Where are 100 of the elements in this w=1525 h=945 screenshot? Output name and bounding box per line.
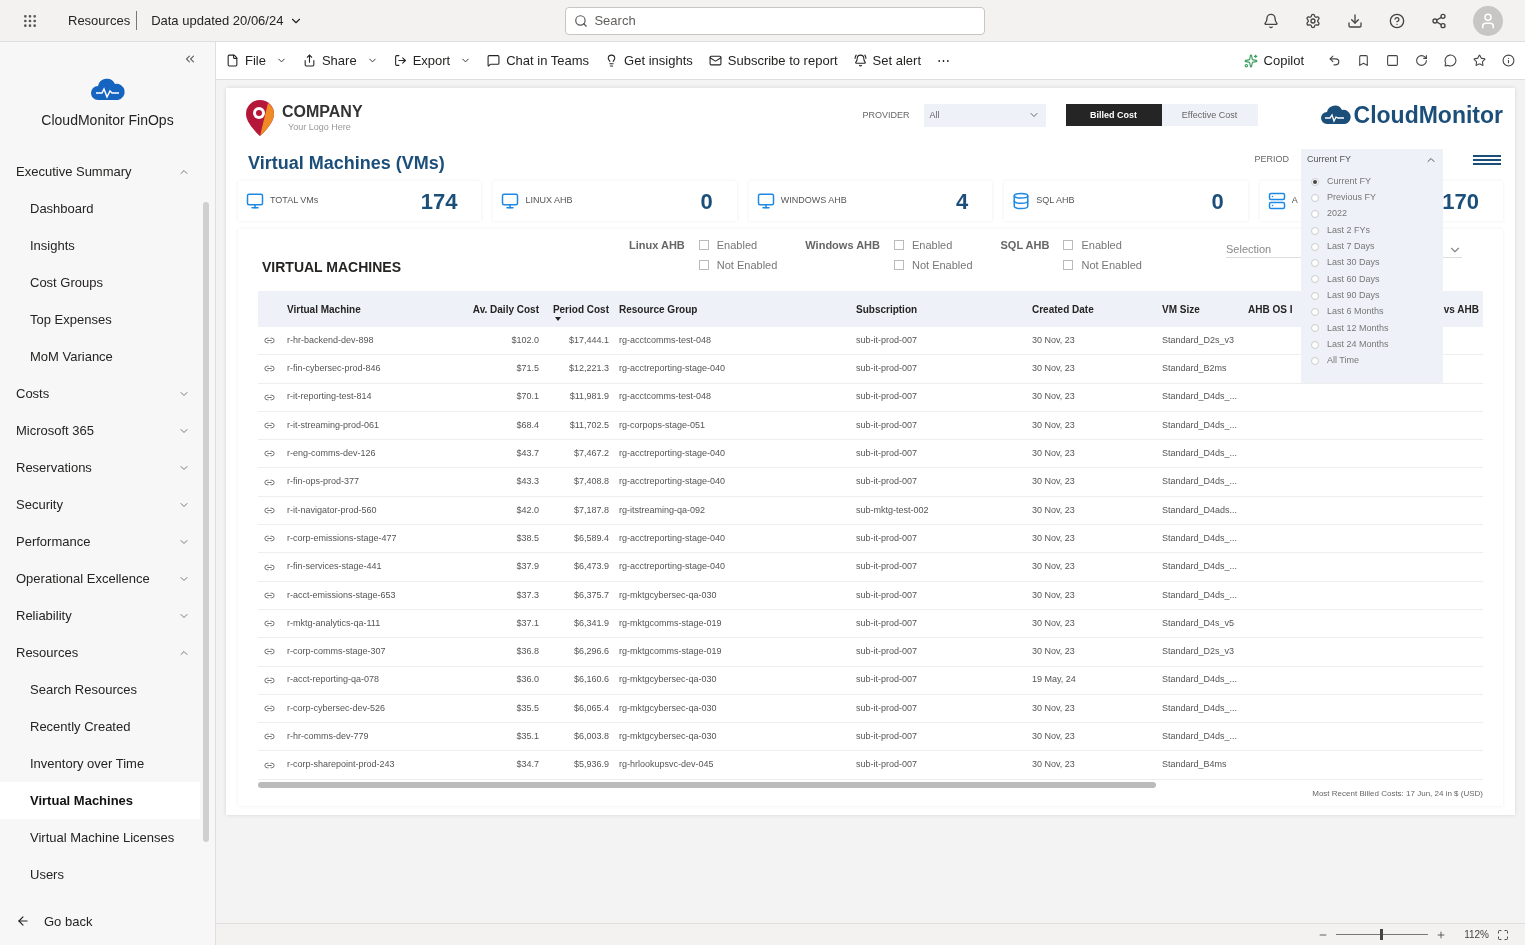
table-cell-text: 30 Nov, 23 (1032, 758, 1076, 772)
table-cell-text: 30 Nov, 23 (1032, 475, 1076, 489)
table-cell-text: r-it-navigator-prod-560 (287, 503, 378, 517)
table-cell-text: sub-it-prod-007 (856, 333, 919, 347)
table-cell-text: $35.1 (515, 730, 539, 744)
table-cell-text: $6,473.9 (572, 560, 609, 574)
table-cell-text: $36.0 (515, 673, 539, 687)
table-cell-text: Standard_D2s_v3 (1162, 645, 1236, 659)
kpi-label: TOTAL VMs (270, 194, 319, 208)
table-cell-text: Standard_D4ds_... (1162, 701, 1239, 715)
table-cell-text: 30 Nov, 23 (1032, 616, 1076, 630)
logo-tagline: Your Logo Here (288, 123, 352, 132)
option-label: Current FY (1327, 174, 1371, 188)
table-cell-text: $37.9 (515, 560, 539, 574)
table-cell-text: r-corp-emissions-stage-477 (287, 531, 398, 545)
table-cell-text: $38.5 (515, 531, 539, 545)
table-cell-text: sub-it-prod-007 (856, 531, 919, 545)
kpi-value: 0 (700, 187, 713, 216)
table-cell-text: 30 Nov, 23 (1032, 418, 1076, 432)
table-cell-text: Standard_D4ds_... (1162, 475, 1239, 489)
table-cell-text: $6,375.7 (572, 588, 609, 602)
table-cell-text: r-hr-comms-dev-779 (287, 730, 370, 744)
table-cell-text: sub-it-prod-007 (856, 758, 919, 772)
table-cell-text: $43.7 (515, 447, 539, 461)
table-cell-text: $6,296.6 (572, 645, 609, 659)
provider-label: PROVIDER (862, 108, 910, 122)
table-cell-text: r-acct-emissions-stage-653 (287, 588, 397, 602)
table-cell-text: Standard_D4ds_... (1162, 588, 1239, 602)
table-cell-text: rg-mktgcybersec-qa-030 (618, 588, 718, 602)
table-cell-text: Standard_B2ms (1162, 362, 1228, 376)
option-label: Last 30 Days (1327, 256, 1380, 270)
app-title: CloudMonitor FinOps (41, 111, 174, 130)
table-cell-text: sub-it-prod-007 (856, 418, 919, 432)
table-cell-text: r-eng-comms-dev-126 (287, 447, 377, 461)
table-cell-text: $11,981.9 (568, 390, 609, 404)
filter-label: Linux AHB (628, 238, 685, 253)
table-cell-text: Standard_D4s_v5 (1162, 616, 1236, 630)
period-label: PERIOD (1254, 152, 1289, 166)
table-cell-text: $7,187.8 (572, 503, 609, 517)
table-cell-text: r-fin-cybersec-prod-846 (287, 362, 382, 376)
kpi-value: 4 (955, 187, 969, 216)
table-cell-text: sub-it-prod-007 (856, 560, 919, 574)
table-cell-text: Standard_D4ads... (1162, 503, 1239, 517)
table-cell-text: rg-mktgcybersec-qa-030 (618, 730, 718, 744)
table-cell-text: rg-acctreporting-stage-040 (618, 531, 727, 545)
table-cell-text: r-fin-services-stage-441 (287, 560, 383, 574)
zoom-reading: 112% (1464, 928, 1489, 942)
kpi-value: 170 (1442, 187, 1480, 216)
table-cell-text: rg-corpops-stage-051 (618, 418, 707, 432)
table-cell-text: 30 Nov, 23 (1032, 503, 1076, 517)
table-cell-text: Standard_D4ds_... (1162, 531, 1239, 545)
option-label: Last 60 Days (1327, 272, 1380, 286)
table-cell-text: $42.0 (515, 503, 539, 517)
table-cell-text: 30 Nov, 23 (1032, 588, 1076, 602)
table-cell-text: sub-it-prod-007 (856, 390, 919, 404)
option-label: Last 24 Months (1327, 337, 1389, 351)
kpi-label: A (1291, 194, 1298, 208)
table-cell-text: $37.3 (515, 588, 539, 602)
table-cell-text: sub-mktg-test-002 (856, 503, 930, 517)
section-title: VIRTUAL MACHINES (262, 258, 401, 277)
table-cell-text: $70.1 (515, 390, 539, 404)
option-label: Last 90 Days (1327, 288, 1380, 302)
table-cell-text: Standard_D2s_v3 (1162, 333, 1236, 347)
option-label: Previous FY (1327, 191, 1377, 205)
table-cell-text: 30 Nov, 23 (1032, 701, 1076, 715)
table-cell-text: rg-mktgcomms-stage-019 (618, 616, 723, 630)
table-cell-text: Standard_D4ds_... (1162, 390, 1239, 404)
table-cell-text: rg-mktgcybersec-qa-030 (618, 701, 718, 715)
kpi-value: 0 (1211, 187, 1224, 216)
option-label: Last 2 FYs (1327, 223, 1371, 237)
table-cell-text: $11,702.5 (568, 418, 609, 432)
table-cell-text: Standard_D4ds_... (1162, 673, 1239, 687)
table-cell-text: r-corp-sharepoint-prod-243 (287, 758, 396, 772)
table-cell-text: r-mktg-analytics-qa-111 (287, 616, 382, 630)
table-cell-text: rg-mktgcybersec-qa-030 (618, 673, 718, 687)
table-cell-text: 30 Nov, 23 (1032, 560, 1076, 574)
table-cell-text: rg-acctreporting-stage-040 (618, 475, 727, 489)
table-cell-text: $6,160.6 (572, 673, 609, 687)
table-cell-text: r-hr-backend-dev-898 (287, 333, 375, 347)
table-cell-text: 30 Nov, 23 (1032, 730, 1076, 744)
brand-logo-text: CloudMonitor (1353, 101, 1503, 130)
table-cell-text: r-acct-reporting-qa-078 (287, 673, 381, 687)
table-cell-text: $43.3 (515, 475, 539, 489)
table-cell-text: 30 Nov, 23 (1032, 390, 1076, 404)
table-cell-text: $6,003.8 (572, 730, 609, 744)
table-cell-text: sub-it-prod-007 (856, 730, 919, 744)
kpi-label: SQL AHB (1036, 194, 1075, 208)
table-cell-text: 30 Nov, 23 (1032, 531, 1076, 545)
table-cell-text: r-corp-cybersec-dev-526 (287, 701, 387, 715)
table-cell-text: r-it-streaming-prod-061 (287, 418, 381, 432)
table-cell-text: 30 Nov, 23 (1032, 447, 1076, 461)
table-cell-text: 30 Nov, 23 (1032, 333, 1076, 347)
table-cell-text: Standard_D4ds_... (1162, 447, 1239, 461)
option-label: All Time (1327, 354, 1359, 368)
table-cell-text: r-fin-ops-prod-377 (287, 475, 361, 489)
table-cell-text: sub-it-prod-007 (856, 475, 919, 489)
table-cell-text: $12,221.3 (567, 362, 609, 376)
table-cell-text: sub-it-prod-007 (856, 588, 919, 602)
kpi-value: 174 (420, 187, 458, 216)
table-cell-text: $6,341.9 (572, 616, 609, 630)
